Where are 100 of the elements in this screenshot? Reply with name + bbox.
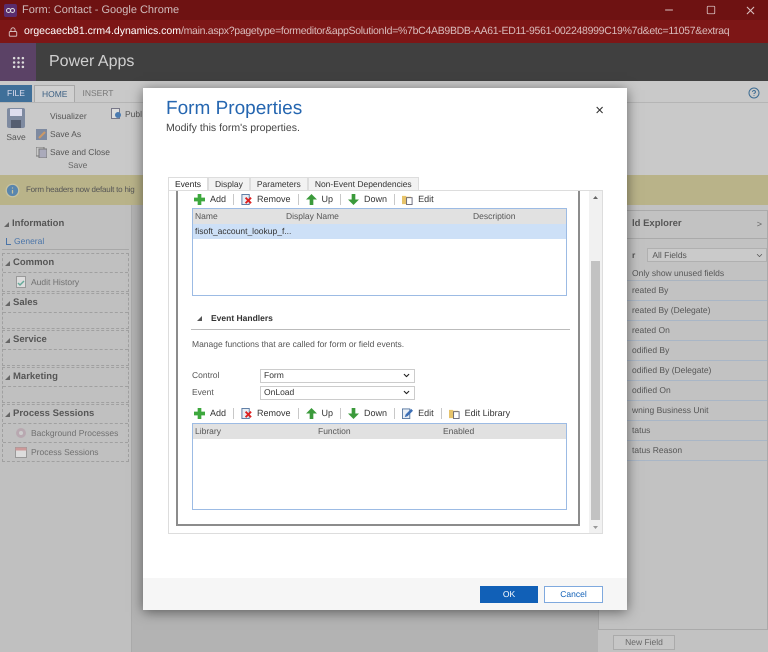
field-label: Event bbox=[192, 386, 215, 399]
scroll-down-icon[interactable] bbox=[593, 526, 598, 529]
scroll-up-icon[interactable] bbox=[593, 196, 598, 199]
toolbar-button[interactable]: Remove bbox=[239, 194, 293, 205]
column-header: Library bbox=[194, 424, 222, 438]
expanded-triangle-icon bbox=[5, 260, 10, 266]
publish-icon bbox=[111, 108, 122, 119]
section-title: Information bbox=[12, 216, 64, 231]
close-icon bbox=[744, 4, 756, 16]
dialog-tab[interactable]: Parameters bbox=[250, 176, 308, 191]
dropdown-field[interactable]: Form bbox=[260, 368, 415, 382]
section-title: Process Sessions bbox=[13, 406, 94, 421]
section-title: Service bbox=[13, 332, 47, 347]
toolbar-button[interactable]: Remove bbox=[239, 408, 293, 418]
field-list-item: odified By bbox=[632, 344, 670, 357]
ribbon-tab[interactable]: FILE bbox=[0, 85, 32, 102]
expanded-triangle-icon bbox=[4, 222, 9, 226]
section-title: Event Handlers bbox=[211, 312, 273, 325]
ribbon-command[interactable]: Save and Close bbox=[36, 144, 110, 160]
maximize-icon bbox=[706, 5, 716, 15]
waffle-icon bbox=[10, 54, 26, 70]
toolbar-button[interactable]: Up bbox=[304, 408, 336, 418]
lock-icon bbox=[8, 26, 18, 36]
filter-label: r bbox=[632, 248, 636, 262]
dialog-tab[interactable]: Display bbox=[208, 176, 250, 191]
info-message: Form headers now default to hig bbox=[26, 184, 135, 196]
expanded-triangle-icon bbox=[5, 338, 10, 342]
dialog-tab[interactable]: Events bbox=[168, 176, 208, 191]
down-arrow-icon bbox=[348, 194, 360, 205]
dropdown-field[interactable]: OnLoad bbox=[260, 386, 415, 400]
expanded-triangle-icon bbox=[5, 374, 10, 380]
dialog-subtitle: Modify this form's properties. bbox=[166, 121, 301, 136]
toolbar-button[interactable]: Down bbox=[346, 194, 390, 205]
document-remove-icon bbox=[241, 408, 252, 418]
filter-dropdown[interactable]: All Fields bbox=[647, 248, 767, 262]
save-close-icon bbox=[36, 146, 47, 158]
dialog-title: Form Properties bbox=[166, 97, 302, 121]
app-name: Power Apps bbox=[49, 52, 134, 72]
folder-document-icon bbox=[402, 194, 414, 205]
toolbar-button[interactable]: Edit bbox=[400, 408, 436, 418]
section-description: Manage functions that are called for form or field events. bbox=[192, 338, 406, 350]
scrollbar[interactable] bbox=[589, 190, 602, 533]
toolbar-button[interactable]: Up bbox=[304, 194, 336, 205]
url-host: orgecaecb81.crm4.dynamics.com bbox=[24, 24, 181, 39]
column-header: Description bbox=[473, 210, 516, 223]
field-list-item: tatus Reason bbox=[632, 444, 682, 457]
up-arrow-icon bbox=[306, 408, 317, 418]
section-title: Marketing bbox=[13, 370, 58, 384]
column-header: Display Name bbox=[286, 210, 340, 223]
field-list-item: odified By (Delegate) bbox=[632, 364, 712, 377]
app-logo-icon bbox=[4, 4, 17, 16]
toolbar-button[interactable]: Add bbox=[192, 408, 228, 418]
plus-icon bbox=[194, 194, 205, 205]
info-icon bbox=[5, 182, 20, 198]
help-icon[interactable] bbox=[748, 87, 760, 99]
cancel-button[interactable]: Cancel bbox=[544, 586, 603, 602]
save-as-icon bbox=[36, 128, 47, 140]
up-arrow-icon bbox=[306, 194, 317, 205]
field-list-item: tatus bbox=[632, 424, 650, 437]
publish-button[interactable]: Publ bbox=[111, 108, 142, 122]
close-button[interactable]: × bbox=[595, 103, 604, 117]
window-title: Form: Contact - Google Chrome bbox=[22, 2, 180, 18]
save-button[interactable]: Save bbox=[4, 108, 28, 144]
document-check-icon bbox=[15, 276, 27, 288]
column-header: Name bbox=[194, 210, 219, 223]
document-remove-icon bbox=[241, 194, 252, 205]
corner-icon bbox=[6, 238, 11, 244]
section-title: Common bbox=[13, 256, 54, 270]
field-list-item: reated By (Delegate) bbox=[632, 304, 710, 317]
dialog-tab[interactable]: Non-Event Dependencies bbox=[308, 176, 419, 191]
field-list-item: reated On bbox=[632, 324, 670, 337]
ribbon-command[interactable]: Visualizer bbox=[36, 108, 110, 124]
field-list-item: odified On bbox=[632, 384, 671, 397]
edit-document-icon bbox=[402, 408, 414, 418]
column-header: Function bbox=[318, 424, 352, 438]
ribbon-command[interactable]: Save As bbox=[36, 126, 110, 142]
app-launcher-button[interactable] bbox=[0, 43, 36, 81]
toolbar-button[interactable]: Add bbox=[192, 194, 228, 205]
calendar-icon bbox=[15, 446, 27, 458]
down-arrow-icon bbox=[348, 408, 360, 418]
expanded-triangle-icon bbox=[197, 316, 202, 321]
ribbon-group-label: Save bbox=[68, 159, 88, 172]
ribbon-tab[interactable]: HOME bbox=[34, 85, 76, 102]
field-list-item: reated By bbox=[632, 284, 668, 297]
column-header: Enabled bbox=[443, 424, 474, 438]
gear-icon bbox=[15, 427, 27, 439]
plus-icon bbox=[194, 408, 205, 418]
toolbar-button[interactable]: Edit bbox=[400, 194, 436, 205]
expanded-triangle-icon bbox=[5, 412, 10, 416]
grid-row[interactable]: fisoft_account_lookup_f... bbox=[193, 224, 566, 239]
field-list-item: wning Business Unit bbox=[632, 404, 709, 417]
url-path: /main.aspx?pagetype=formeditor&appSolutionId=%7bC4AB9BDB-AA61-ED11-9561-002248999C19%7d&etc=11057&extraq bbox=[180, 24, 730, 39]
ok-button[interactable]: OK bbox=[480, 586, 538, 602]
field-label: Control bbox=[192, 369, 220, 382]
section-title: Sales bbox=[13, 296, 38, 310]
toolbar-button[interactable]: Edit Library bbox=[446, 408, 512, 418]
toolbar-button[interactable]: Down bbox=[346, 408, 390, 418]
expanded-triangle-icon bbox=[5, 300, 10, 306]
address-bar[interactable]: orgecaecb81.crm4.dynamics.com/main.aspx?pagetype=formeditor&appSolutionId=%7bC4AB9BDB-AA61-ED11-9561-002248999C19%7d&etc=11057&extraq bbox=[0, 20, 768, 43]
panel-title: ld Explorer bbox=[632, 217, 682, 232]
